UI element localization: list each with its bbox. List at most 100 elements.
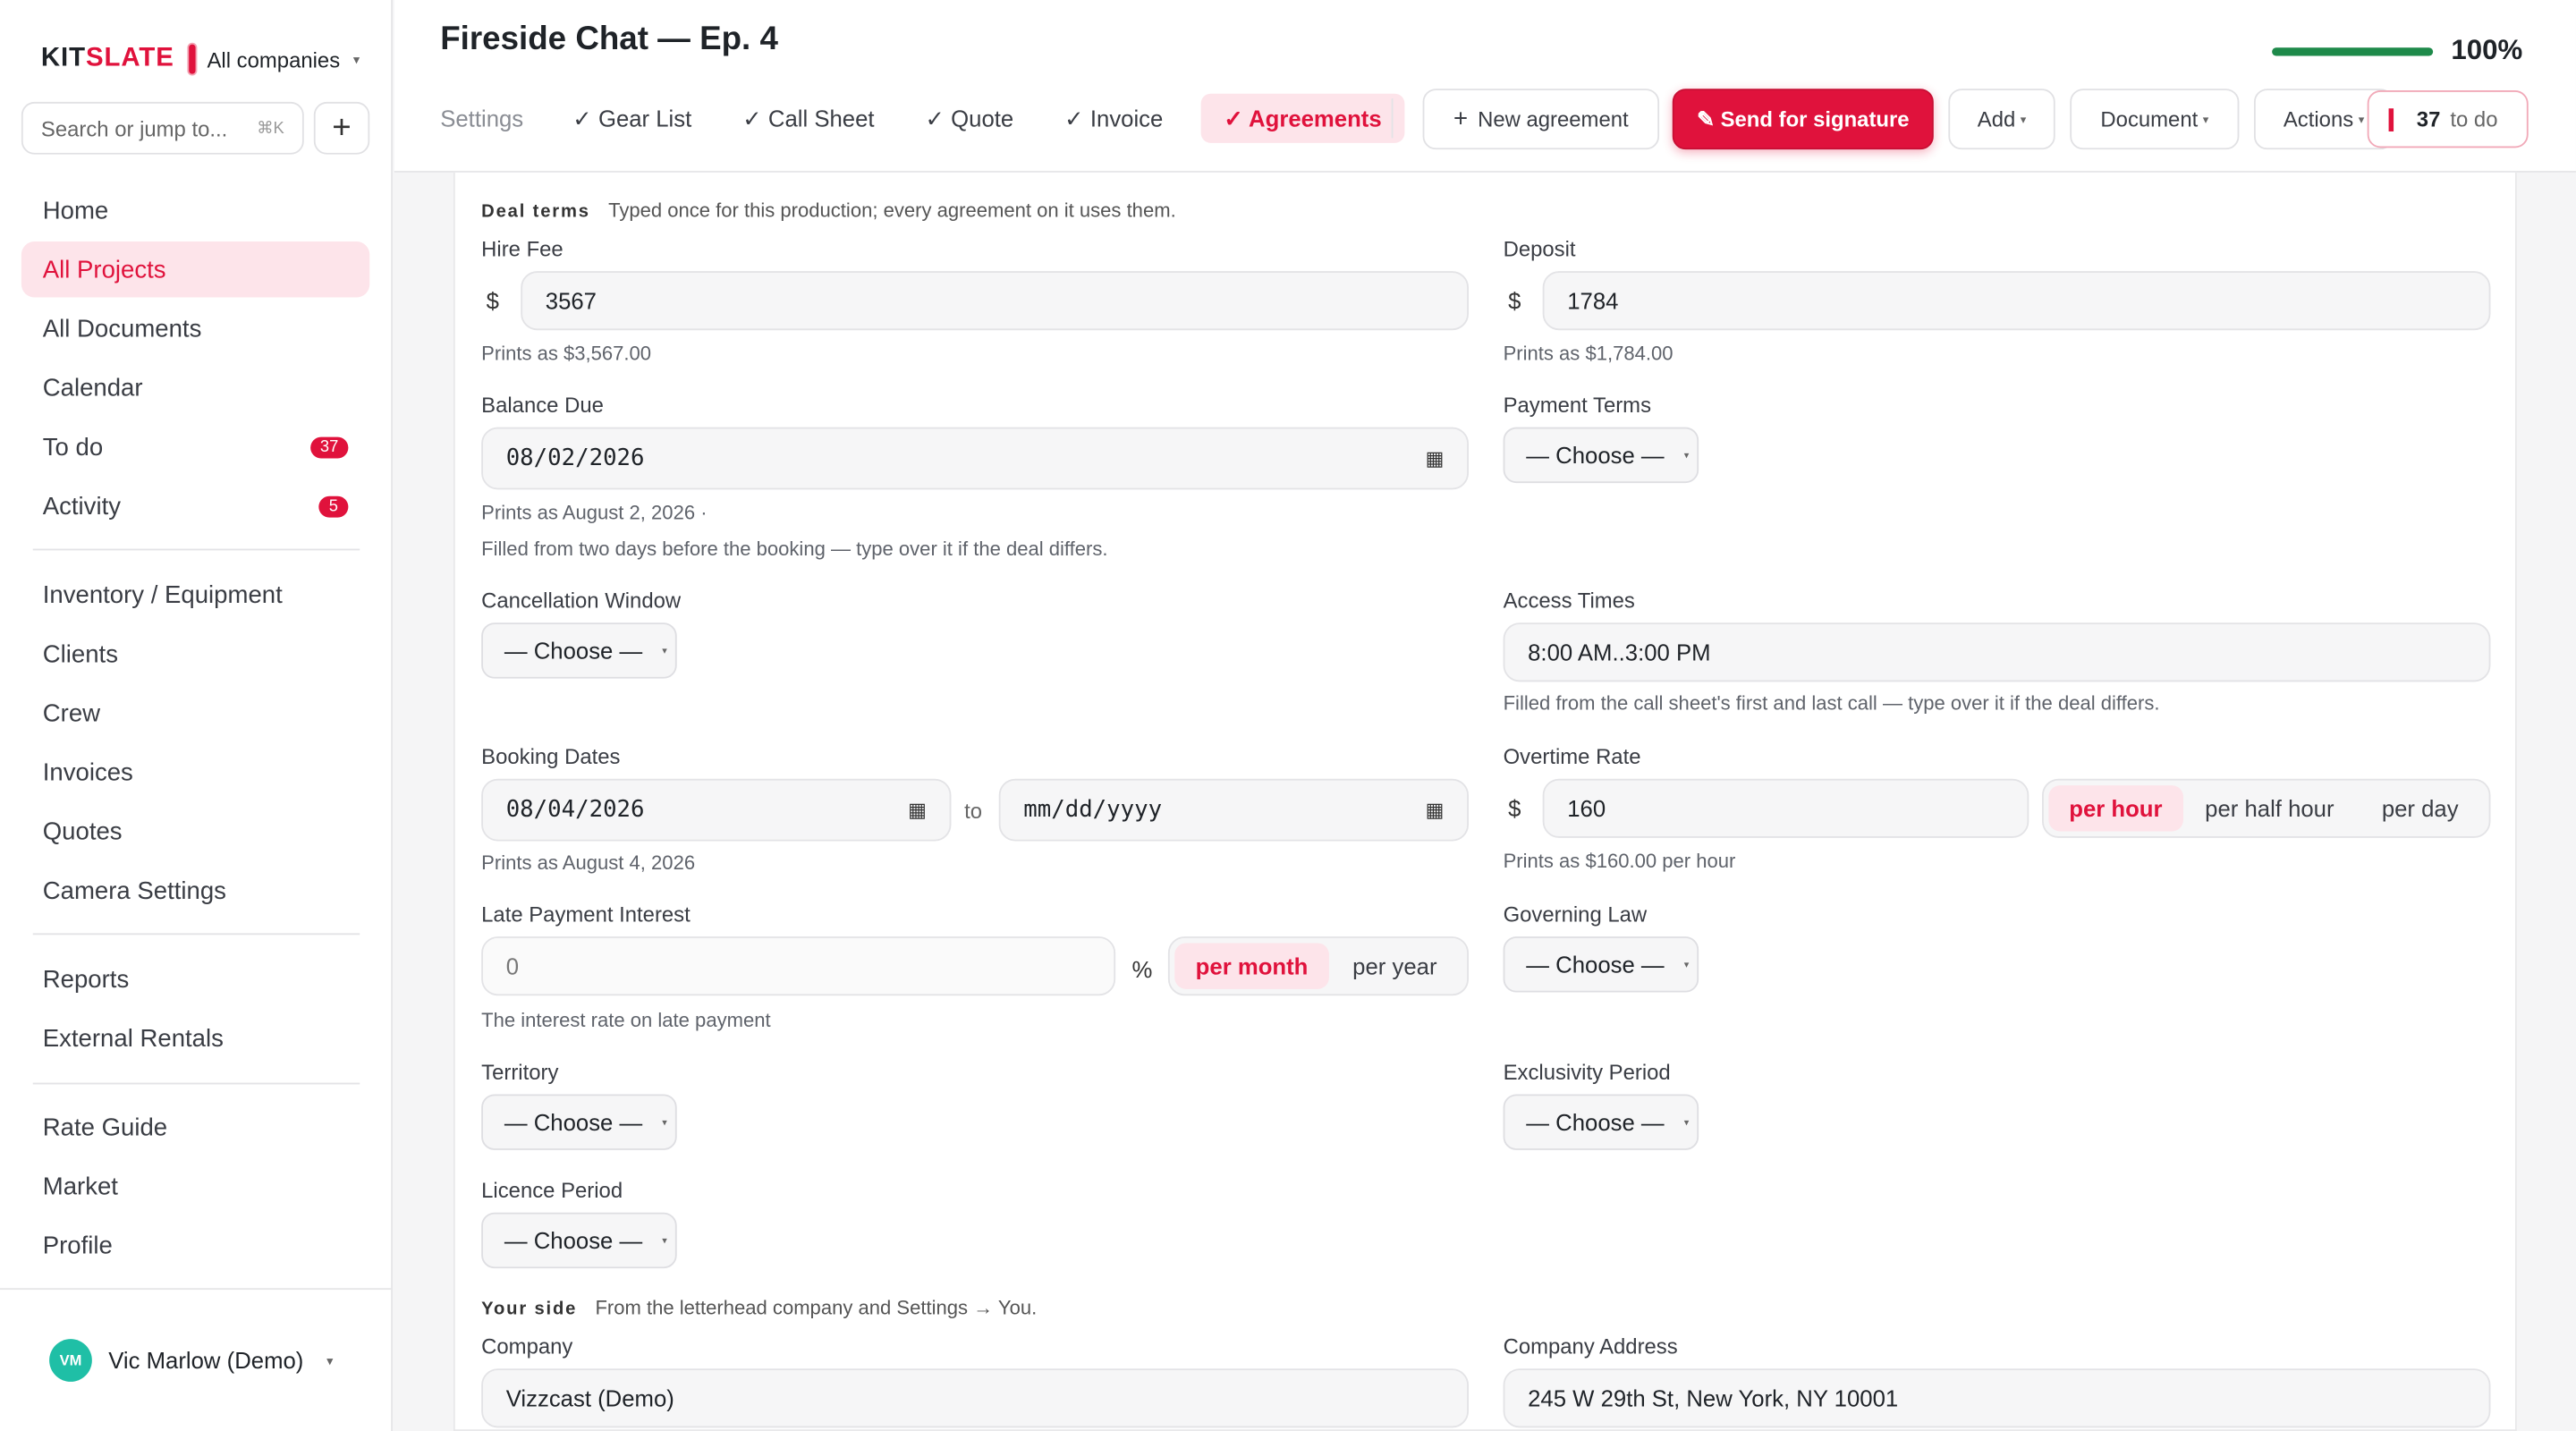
payment-terms-label: Payment Terms: [1503, 393, 1652, 418]
sidebar-item-home[interactable]: Home: [21, 182, 369, 238]
governing-law-select[interactable]: — Choose — ▾: [1503, 936, 1699, 993]
hire-fee-input[interactable]: 3567: [521, 271, 1470, 331]
licence-period-select[interactable]: — Choose — ▾: [481, 1212, 677, 1269]
sidebar-item-reports[interactable]: Reports: [21, 952, 369, 1007]
progress-fill: [2272, 47, 2434, 56]
tab-invoice[interactable]: ✓ Invoice: [1051, 94, 1176, 143]
chevron-down-icon: ▾: [1683, 451, 1690, 461]
document-tabs: Settings ✓ Gear List ✓ Call Sheet ✓ Quot…: [428, 93, 1405, 143]
calendar-icon[interactable]: ▦: [1426, 799, 1445, 822]
calendar-icon[interactable]: ▦: [1426, 447, 1445, 470]
tab-settings[interactable]: Settings: [428, 94, 537, 143]
currency-symbol: $: [486, 287, 499, 314]
tab-gear-list[interactable]: ✓ Gear List: [560, 94, 705, 143]
company-address-input[interactable]: 245 W 29th St, New York, NY 10001: [1503, 1368, 2491, 1428]
nav-primary: Home All Projects All Documents Calendar…: [21, 182, 370, 538]
agreement-form: Deal terms Typed once for this productio…: [453, 172, 2517, 1431]
brand-marker: [187, 42, 198, 76]
exclusivity-period-label: Exclusivity Period: [1503, 1059, 1671, 1085]
chevron-down-icon: ▾: [326, 1352, 334, 1368]
section-title: Your side: [481, 1300, 578, 1320]
interest-period-toggle: per month per year: [1167, 936, 1470, 996]
currency-symbol: $: [1508, 287, 1521, 314]
deposit-help: Prints as $1,784.00: [1503, 342, 1674, 365]
sidebar-item-external-rentals[interactable]: External Rentals: [21, 1011, 369, 1066]
sidebar-item-all-projects[interactable]: All Projects: [21, 241, 370, 298]
governing-law-label: Governing Law: [1503, 902, 1648, 927]
licence-period-label: Licence Period: [481, 1178, 623, 1203]
sidebar-item-activity[interactable]: Activity 5: [21, 478, 369, 534]
per-year-option[interactable]: per year: [1329, 943, 1461, 988]
company-input[interactable]: Vizzcast (Demo): [481, 1368, 1470, 1428]
calendar-icon[interactable]: ▦: [908, 799, 927, 822]
percent-symbol: %: [1131, 956, 1153, 983]
booking-dates-label: Booking Dates: [481, 744, 621, 769]
chevron-down-icon: ▾: [1683, 960, 1690, 970]
document-menu-button[interactable]: Document ▾: [2070, 89, 2240, 150]
tab-call-sheet[interactable]: ✓ Call Sheet: [730, 94, 888, 143]
deposit-input[interactable]: 1784: [1542, 271, 2491, 331]
sidebar-item-camera-settings[interactable]: Camera Settings: [21, 862, 369, 918]
per-hour-option[interactable]: per hour: [2048, 785, 2183, 832]
section-description: From the letterhead company and Settings…: [595, 1296, 1038, 1320]
chevron-down-icon: ▾: [2020, 114, 2027, 126]
exclusivity-period-select[interactable]: — Choose — ▾: [1503, 1094, 1699, 1150]
booking-start-date-input[interactable]: 08/04/2026 ▦: [481, 778, 952, 842]
sidebar-item-all-documents[interactable]: All Documents: [21, 301, 369, 356]
late-payment-interest-input[interactable]: 0: [481, 936, 1116, 996]
page-title: Fireside Chat — Ep. 4: [440, 21, 778, 58]
add-menu-button[interactable]: Add ▾: [1948, 89, 2055, 150]
plus-icon[interactable]: +: [313, 101, 370, 155]
sidebar-item-quotes[interactable]: Quotes: [21, 803, 369, 859]
sidebar-item-todo[interactable]: To do 37: [21, 419, 369, 474]
company-switcher[interactable]: KITSLATE All companies ▾: [41, 39, 360, 79]
send-for-signature-button[interactable]: ✎ Send for signature: [1672, 89, 1934, 150]
nav-quaternary: Rate Guide Market Profile: [21, 1099, 369, 1276]
tab-agreements[interactable]: ✓ Agreements: [1200, 93, 1405, 143]
chevron-down-icon: ▾: [662, 646, 667, 656]
payment-terms-select[interactable]: — Choose — ▾: [1503, 427, 1699, 484]
activity-count-badge: 5: [318, 495, 349, 517]
balance-due-date-input[interactable]: 08/02/2026 ▦: [481, 427, 1470, 490]
late-payment-interest-help: The interest rate on late payment: [481, 1008, 771, 1032]
balance-due-help: Prints as August 2, 2026 ·: [481, 501, 708, 525]
nav-tertiary: Reports External Rentals: [21, 952, 369, 1070]
todo-label: to do: [2450, 106, 2498, 131]
new-agreement-button[interactable]: + New agreement: [1422, 89, 1660, 150]
late-payment-interest-label: Late Payment Interest: [481, 902, 691, 927]
booking-dates-help: Prints as August 4, 2026: [481, 851, 696, 875]
sidebar-item-calendar[interactable]: Calendar: [21, 360, 369, 415]
search-input[interactable]: Search or jump to... ⌘K: [21, 101, 304, 155]
cancellation-window-select[interactable]: — Choose — ▾: [481, 622, 677, 679]
tab-quote[interactable]: ✓ Quote: [912, 94, 1027, 143]
todo-marker: [2388, 107, 2394, 131]
sidebar-item-rate-guide[interactable]: Rate Guide: [21, 1099, 369, 1155]
sidebar-divider: [32, 933, 360, 936]
access-times-help: Filled from the call sheet's first and l…: [1503, 691, 2160, 716]
user-menu[interactable]: VM Vic Marlow (Demo) ▾: [0, 1288, 393, 1431]
todo-counter-pill[interactable]: 37 to do: [2367, 90, 2529, 148]
overtime-rate-label: Overtime Rate: [1503, 744, 1641, 769]
access-times-input[interactable]: 8:00 AM..3:00 PM: [1503, 622, 2491, 682]
chevron-down-icon: ▾: [662, 1236, 667, 1247]
per-half-hour-option[interactable]: per half hour: [2182, 785, 2356, 831]
hire-fee-help: Prints as $3,567.00: [481, 342, 652, 365]
avatar: VM: [49, 1339, 92, 1382]
booking-end-date-input[interactable]: mm/dd/yyyy ▦: [998, 778, 1470, 842]
completion-percent: 100%: [2451, 34, 2523, 66]
sidebar-item-crew[interactable]: Crew: [21, 685, 369, 741]
per-month-option[interactable]: per month: [1174, 943, 1329, 989]
sidebar-item-market[interactable]: Market: [21, 1158, 369, 1214]
overtime-rate-input[interactable]: 160: [1542, 778, 2029, 838]
territory-select[interactable]: — Choose — ▾: [481, 1094, 677, 1150]
sidebar-item-clients[interactable]: Clients: [21, 626, 369, 682]
completion-progress-bar: [2272, 47, 2434, 56]
sidebar-item-inventory[interactable]: Inventory / Equipment: [21, 567, 369, 622]
sidebar-divider: [32, 1082, 360, 1085]
search-placeholder: Search or jump to...: [40, 115, 228, 141]
deposit-label: Deposit: [1503, 236, 1576, 262]
per-day-option[interactable]: per day: [2356, 785, 2484, 831]
sidebar-item-profile[interactable]: Profile: [21, 1217, 369, 1273]
sidebar-item-invoices[interactable]: Invoices: [21, 744, 369, 800]
territory-label: Territory: [481, 1059, 559, 1085]
